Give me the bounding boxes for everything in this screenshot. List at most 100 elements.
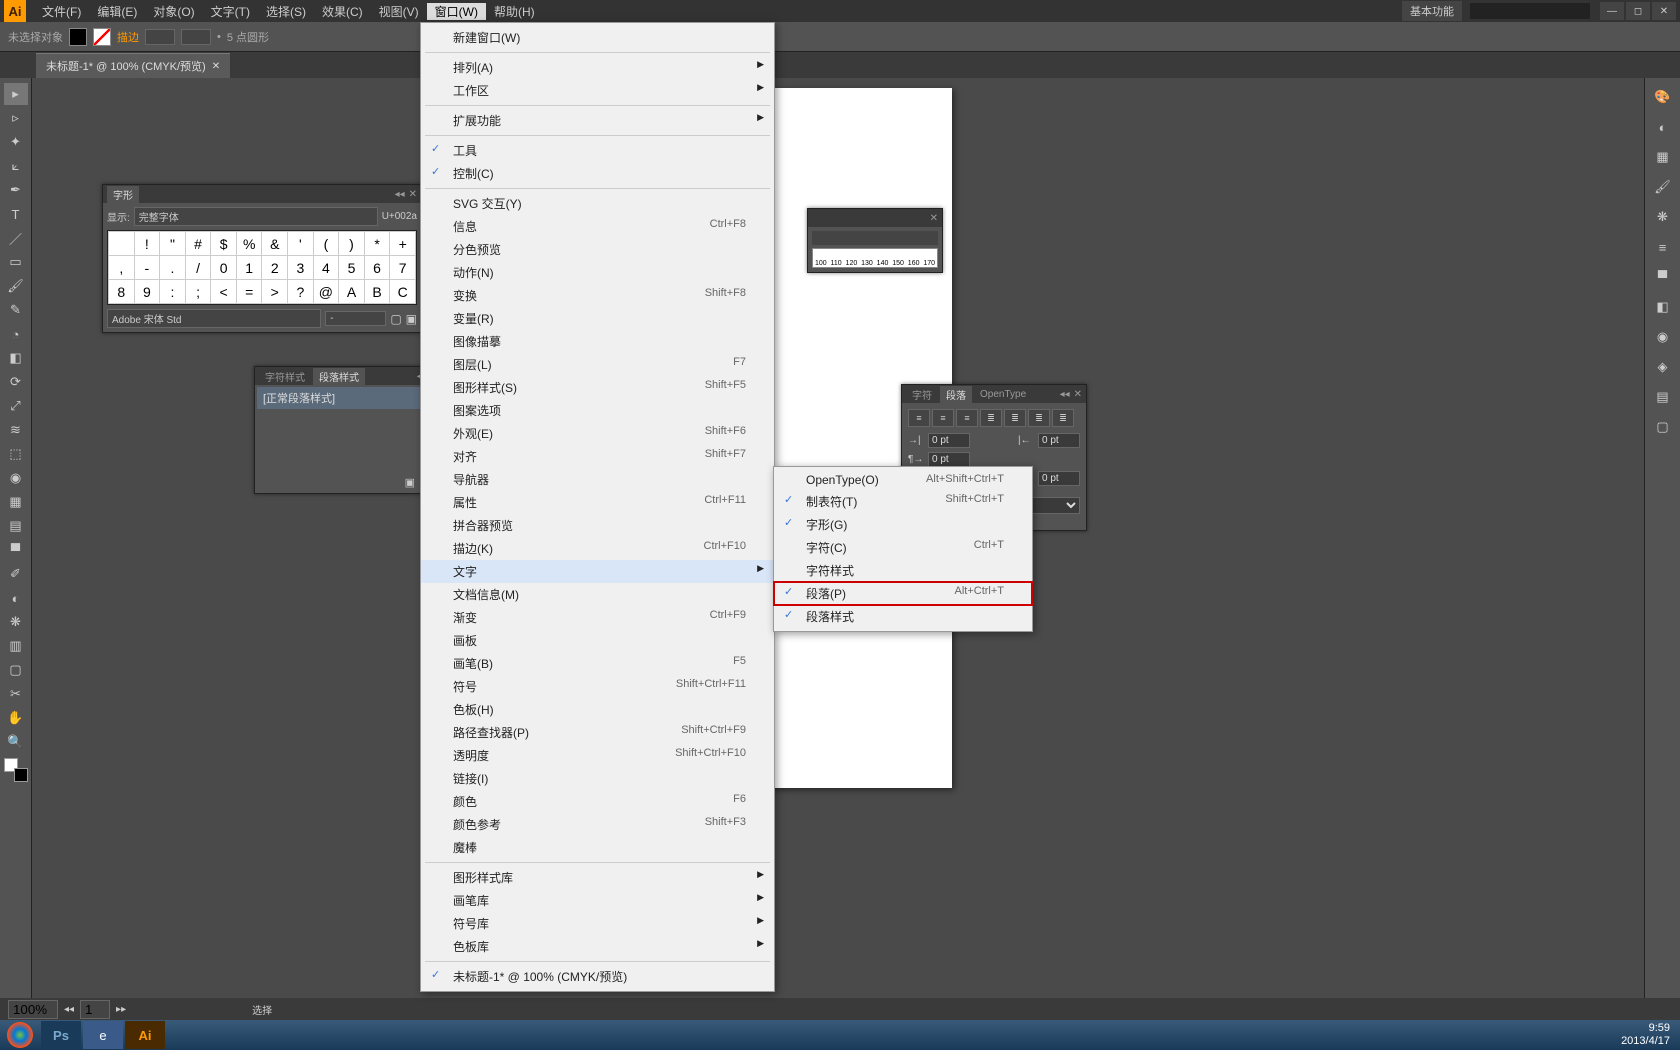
glyphs-mode-select[interactable]: 完整字体 [134,207,378,226]
menu-item[interactable]: 新建窗口(W) [421,26,774,49]
glyph-cell[interactable]: , [109,256,135,280]
menu-item[interactable]: 分色预览 [421,238,774,261]
start-button[interactable] [0,1020,40,1050]
color-panel-icon[interactable]: 🎨 [1651,85,1675,109]
stroke-color[interactable] [14,768,28,782]
new-style-icon[interactable]: ▣ [405,476,415,489]
stroke-width-dropdown[interactable] [181,29,211,45]
width-tool[interactable]: ≋ [4,419,28,441]
first-line-indent-input[interactable] [928,452,970,467]
menu-item[interactable]: 导航器 [421,468,774,491]
perspective-tool[interactable]: ▦ [4,491,28,513]
glyph-cell[interactable]: + [390,232,416,256]
blend-tool[interactable]: ◐ [4,587,28,609]
glyph-cell[interactable]: ( [313,232,339,256]
brushes-icon[interactable]: 🖌 [1651,175,1675,199]
paragraph-styles-panel[interactable]: 字符样式 段落样式 ◂◂ ✕ [正常段落样式] ▣ 🗑 [254,366,444,494]
workspace-switcher[interactable]: 基本功能 [1402,1,1462,21]
menu-文字(T)[interactable]: 文字(T) [203,3,258,20]
panel-collapse-icon[interactable]: ◂◂ [395,189,405,200]
glyphs-tab[interactable]: 字形 [107,186,139,203]
menu-item[interactable]: 色板库▶ [421,935,774,958]
direct-selection-tool[interactable]: ▹ [4,107,28,129]
glyph-cell[interactable]: 8 [109,280,135,304]
right-indent-input[interactable] [1038,433,1080,448]
transparency-icon[interactable]: ◧ [1651,295,1675,319]
menu-item[interactable]: 画板 [421,629,774,652]
menu-item[interactable]: 外观(E)Shift+F6 [421,422,774,445]
graphic-styles-icon[interactable]: ◈ [1651,355,1675,379]
justify-all-button[interactable]: ≣ [1052,409,1074,427]
layers-icon[interactable]: ▤ [1651,385,1675,409]
glyph-cell[interactable]: * [364,232,390,256]
glyph-cell[interactable]: 9 [134,280,160,304]
panel-close-icon[interactable]: ✕ [930,213,938,224]
glyph-cell[interactable]: $ [211,232,237,256]
menu-item[interactable]: 变换Shift+F8 [421,284,774,307]
document-tab[interactable]: 未标题-1* @ 100% (CMYK/预览) ✕ [36,53,230,78]
menu-对象(O)[interactable]: 对象(O) [145,3,202,20]
menu-item[interactable]: 图层(L)F7 [421,353,774,376]
menu-item[interactable]: 透明度Shift+Ctrl+F10 [421,744,774,767]
menu-item[interactable]: 文字▶ [421,560,774,583]
menu-item[interactable]: ✓工具 [421,139,774,162]
taskbar-ie[interactable]: e [83,1021,123,1049]
glyph-cell[interactable]: ! [134,232,160,256]
menu-item[interactable]: ✓未标题-1* @ 100% (CMYK/预览) [421,965,774,988]
menu-item[interactable]: 符号库▶ [421,912,774,935]
graph-tool[interactable]: ▥ [4,635,28,657]
tabs-ruler-panel[interactable]: ✕ 100110120130140150160170 [807,208,943,273]
glyph-cell[interactable]: B [364,280,390,304]
left-indent-input[interactable] [928,433,970,448]
search-input[interactable] [1470,3,1590,19]
justify-left-button[interactable]: ≣ [980,409,1002,427]
pencil-tool[interactable]: ✎ [4,299,28,321]
glyph-cell[interactable]: 3 [288,256,314,280]
menu-item[interactable]: 色板(H) [421,698,774,721]
menu-item[interactable]: 描边(K)Ctrl+F10 [421,537,774,560]
zoom-input[interactable] [8,1000,58,1019]
pen-tool[interactable]: ✒ [4,179,28,201]
menu-item[interactable]: 信息Ctrl+F8 [421,215,774,238]
shape-builder-tool[interactable]: ◉ [4,467,28,489]
swatches-icon[interactable]: ▦ [1651,145,1675,169]
para-styles-tab[interactable]: 段落样式 [313,368,365,385]
zoom-tool[interactable]: 🔍 [4,731,28,753]
menu-item[interactable]: 画笔库▶ [421,889,774,912]
mesh-tool[interactable]: ▤ [4,515,28,537]
menu-item[interactable]: 颜色参考Shift+F3 [421,813,774,836]
menu-item[interactable]: 对齐Shift+F7 [421,445,774,468]
menu-item[interactable]: 动作(N) [421,261,774,284]
menu-视图(V)[interactable]: 视图(V) [371,3,427,20]
glyph-cell[interactable]: 2 [262,256,288,280]
menu-item[interactable]: 路径查找器(P)Shift+Ctrl+F9 [421,721,774,744]
free-transform-tool[interactable]: ⬚ [4,443,28,465]
menu-item[interactable]: 扩展功能▶ [421,109,774,132]
submenu-item[interactable]: ✓字形(G) [774,513,1032,536]
char-styles-tab[interactable]: 字符样式 [259,368,311,385]
artboards-icon[interactable]: ▢ [1651,415,1675,439]
taskbar-photoshop[interactable]: Ps [41,1021,81,1049]
zoom-out-icon[interactable]: ▢ [390,312,401,326]
character-tab[interactable]: 字符 [906,386,938,403]
magic-wand-tool[interactable]: ✦ [4,131,28,153]
hand-tool[interactable]: ✋ [4,707,28,729]
panel-close-icon[interactable]: ✕ [409,189,417,200]
glyph-cell[interactable]: ; [185,280,211,304]
menu-item[interactable]: 符号Shift+Ctrl+F11 [421,675,774,698]
space-after-input[interactable] [1038,471,1080,486]
menu-item[interactable]: 变量(R) [421,307,774,330]
type-tool[interactable]: T [4,203,28,225]
system-clock[interactable]: 9:59 2013/4/17 [1611,1022,1680,1048]
menu-item[interactable]: 渐变Ctrl+F9 [421,606,774,629]
artboard-tool[interactable]: ▢ [4,659,28,681]
glyph-cell[interactable]: ? [288,280,314,304]
glyph-cell[interactable]: 5 [339,256,365,280]
maximize-button[interactable]: ◻ [1626,2,1650,20]
fill-swatch[interactable] [69,28,87,46]
glyph-cell[interactable]: @ [313,280,339,304]
menu-item[interactable]: 魔棒 [421,836,774,859]
close-tab-icon[interactable]: ✕ [212,61,220,72]
menu-帮助(H)[interactable]: 帮助(H) [486,3,543,20]
taskbar-illustrator[interactable]: Ai [125,1021,165,1049]
